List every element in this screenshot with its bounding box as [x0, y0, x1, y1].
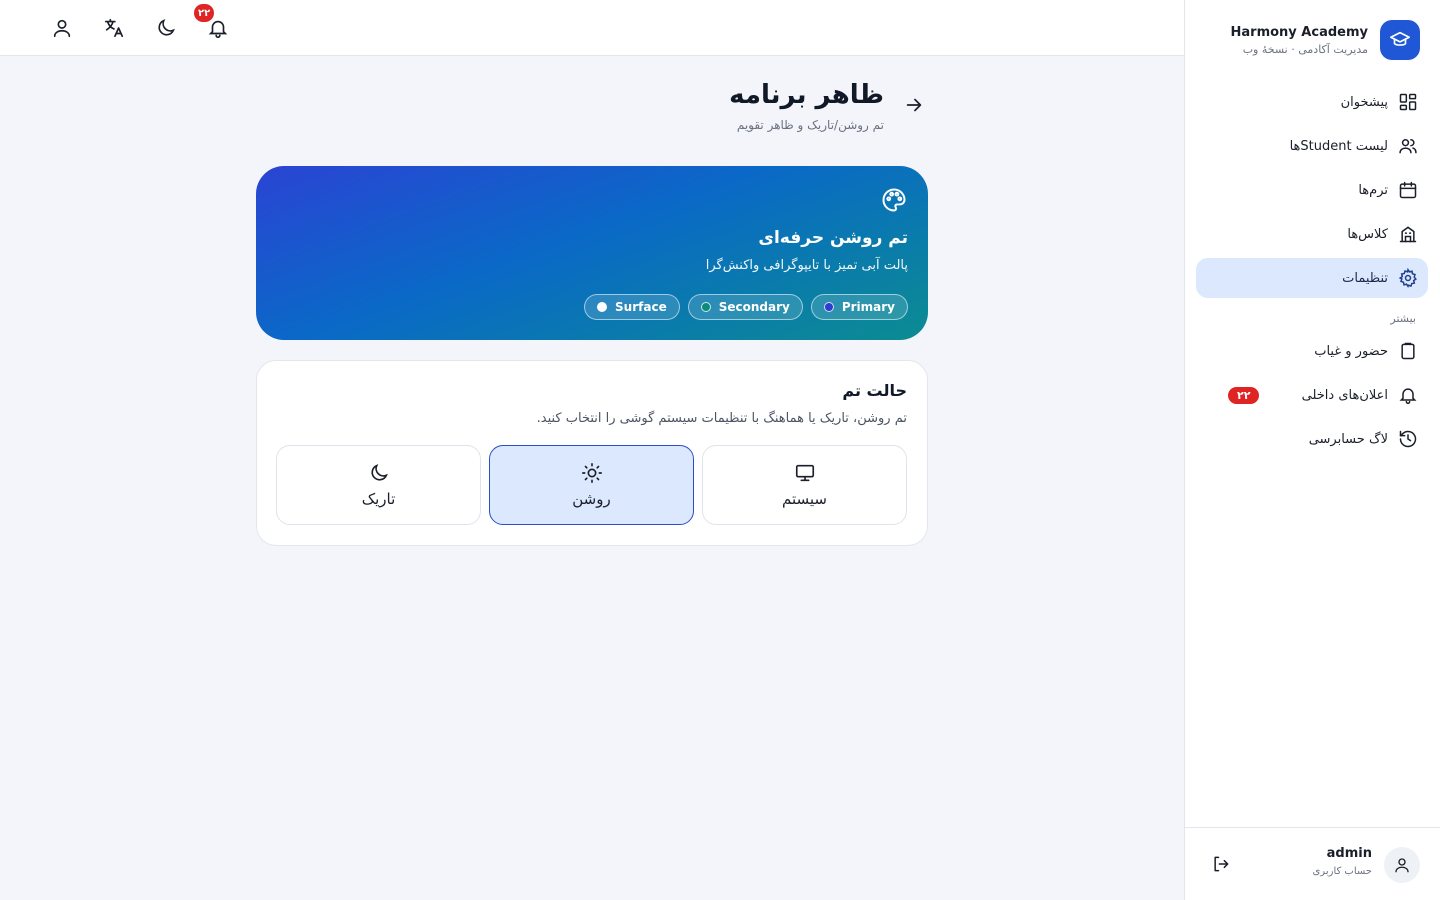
brand-title: Harmony Academy	[1230, 24, 1368, 40]
sidebar-item-label: کلاس‌ها	[1347, 226, 1388, 242]
sidebar: Harmony Academy مدیریت آکادمی · نسخهٔ وب…	[1184, 0, 1440, 900]
translate-icon[interactable]	[103, 17, 125, 39]
sidebar-item-terms[interactable]: ترم‌ها	[1196, 170, 1428, 210]
mode-option-light[interactable]: روشن	[489, 445, 694, 525]
mode-description: تم روشن، تاریک یا هماهنگ با تنظیمات سیست…	[536, 411, 907, 426]
chip-color-dot	[700, 302, 711, 312]
user-role: حساب کاربری	[1312, 866, 1372, 877]
mode-title: حالت تم	[842, 381, 907, 400]
top-bar: ۲۲	[0, 0, 1184, 56]
theme-preview-card: تم روشن حرفه‌ای پالت آبی تمیز با تایپوگر…	[256, 166, 928, 340]
mode-option-system[interactable]: سیستم	[702, 445, 907, 525]
brand: Harmony Academy مدیریت آکادمی · نسخهٔ وب	[1231, 20, 1420, 60]
color-chips: Primary Secondary Surface	[584, 294, 908, 320]
calendar-icon	[1398, 180, 1418, 200]
chip-color-dot	[823, 302, 834, 312]
unread-badge: ۲۲	[1228, 386, 1260, 404]
chip-label: Surface	[615, 300, 667, 314]
sidebar-item-classes[interactable]: کلاس‌ها	[1196, 214, 1428, 254]
mode-option-dark[interactable]: تاریک	[276, 445, 481, 525]
user-icon[interactable]	[51, 17, 73, 39]
sidebar-item-label: ترم‌ها	[1358, 182, 1388, 198]
sidebar-item-dashboard[interactable]: پیشخوان	[1196, 82, 1428, 122]
chip-surface: Surface	[584, 294, 680, 320]
brand-subtitle: مدیریت آکادمی · نسخهٔ وب	[1242, 42, 1368, 56]
logout-icon[interactable]	[1211, 854, 1231, 874]
sidebar-nav: پیشخوان لیست Studentها ترم‌ها کلاس‌ها تن…	[1196, 82, 1428, 463]
moon-icon[interactable]	[155, 17, 177, 39]
sidebar-item-label: تنظیمات	[1342, 270, 1388, 286]
chip-secondary: Secondary	[687, 294, 803, 320]
mode-options: سیستم روشن تاریک	[276, 445, 907, 525]
sun-icon	[581, 462, 603, 484]
sidebar-item-label: حضور و غیاب	[1314, 343, 1388, 359]
sidebar-item-settings[interactable]: تنظیمات	[1196, 258, 1428, 298]
notification-badge: ۲۲	[194, 4, 215, 22]
sidebar-item-label: لیست Studentها	[1289, 138, 1388, 154]
bell-icon[interactable]	[207, 17, 229, 39]
palette-icon	[880, 186, 908, 214]
gear-icon	[1398, 268, 1418, 288]
bell-icon	[1398, 385, 1418, 405]
sidebar-item-announcements[interactable]: اعلان‌های داخلی ۲۲	[1196, 375, 1428, 415]
page-subtitle: تم روشن/تاریک و ظاهر تقویم	[736, 118, 884, 132]
sidebar-item-label: اعلان‌های داخلی	[1301, 387, 1388, 403]
sidebar-section-label: بیشتر	[1390, 312, 1416, 325]
users-icon	[1398, 136, 1418, 156]
mode-option-label: سیستم	[782, 490, 827, 508]
chip-label: Primary	[841, 300, 895, 314]
avatar[interactable]	[1384, 847, 1420, 883]
chip-label: Secondary	[718, 300, 790, 314]
sidebar-item-label: پیشخوان	[1340, 94, 1388, 110]
history-icon	[1398, 429, 1418, 449]
sidebar-item-label: لاگ حسابرسی	[1308, 431, 1388, 447]
back-arrow-icon[interactable]	[903, 94, 925, 116]
graduation-cap-icon	[1380, 20, 1420, 60]
monitor-icon	[794, 462, 816, 484]
dashboard-icon	[1398, 92, 1418, 112]
sidebar-item-audit-log[interactable]: لاگ حسابرسی	[1196, 419, 1428, 459]
mode-option-label: تاریک	[361, 490, 396, 508]
clipboard-icon	[1398, 341, 1418, 361]
page-header: ظاهر برنامه تم روشن/تاریک و ظاهر تقویم	[284, 80, 884, 132]
building-icon	[1398, 224, 1418, 244]
theme-name: تم روشن حرفه‌ای	[758, 228, 908, 248]
brand-text: Harmony Academy مدیریت آکادمی · نسخهٔ وب	[1231, 25, 1368, 56]
chip-primary: Primary	[810, 294, 908, 320]
theme-description: پالت آبی تمیز با تایپوگرافی واکنش‌گرا	[705, 258, 908, 273]
theme-mode-card: حالت تم تم روشن، تاریک یا هماهنگ با تنظی…	[256, 360, 928, 546]
mode-option-label: روشن	[572, 490, 611, 508]
sidebar-item-content: اعلان‌های داخلی ۲۲	[1206, 386, 1388, 404]
moon-icon	[368, 462, 390, 484]
page-title: ظاهر برنامه	[729, 80, 884, 110]
sidebar-item-attendance[interactable]: حضور و غیاب	[1196, 331, 1428, 371]
user-footer: admin حساب کاربری	[1185, 827, 1440, 900]
sidebar-item-students[interactable]: لیست Studentها	[1196, 126, 1428, 166]
user-name: admin	[1326, 846, 1372, 861]
chip-color-dot	[597, 302, 608, 312]
